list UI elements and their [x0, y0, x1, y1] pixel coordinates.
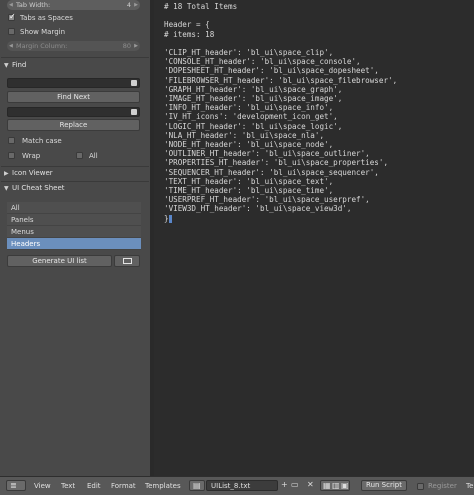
code-text[interactable]: # 18 Total Items Header = {# items: 18 '…: [164, 2, 397, 223]
monitor-icon: [123, 258, 132, 264]
close-icon[interactable]: ✕: [307, 480, 314, 490]
code-line[interactable]: Header = {: [164, 20, 397, 29]
code-line[interactable]: 'CLIP_HT_header': 'bl_ui\space_clip',: [164, 48, 397, 57]
tool-sidebar: ◀ Tab Width: 4 ▶ ✓ Tabs as Spaces Show M…: [0, 0, 150, 476]
menu-format[interactable]: Format: [111, 481, 136, 491]
register-label: Register: [428, 482, 457, 490]
syntax-highlight-icon[interactable]: ▣: [341, 481, 349, 491]
menu-view[interactable]: View: [34, 481, 51, 491]
all-label: All: [89, 152, 98, 160]
code-line[interactable]: 'IV_HT_icons': 'development_icon_get',: [164, 112, 397, 121]
margin-column-field[interactable]: ◀ Margin Column: 80 ▶: [7, 41, 140, 51]
icon-viewer-panel-title: Icon Viewer: [12, 169, 53, 177]
open-folder-icon[interactable]: ▭: [291, 480, 299, 490]
menu-text[interactable]: Text: [61, 481, 75, 491]
text-filename: UIList_8.txt: [211, 482, 251, 490]
find-panel-title: Find: [12, 61, 27, 69]
code-line[interactable]: 'LOGIC_HT_header': 'bl_ui\space_logic',: [164, 122, 397, 131]
code-line[interactable]: 'NLA_HT_header': 'bl_ui\space_nla',: [164, 131, 397, 140]
menu-edit[interactable]: Edit: [87, 481, 101, 491]
replace-button[interactable]: Replace: [7, 119, 140, 131]
expanded-triangle-icon: ▼: [4, 185, 9, 192]
code-line[interactable]: 'INFO_HT_header': 'bl_ui\space_info',: [164, 103, 397, 112]
check-icon: ✓: [9, 12, 16, 21]
list-item-all[interactable]: All: [7, 202, 141, 214]
tab-width-label: Tab Width:: [16, 1, 51, 9]
code-line[interactable]: # items: 18: [164, 30, 397, 39]
all-checkbox[interactable]: [76, 152, 83, 159]
display-toggle-group: ▦ ▥ ▣: [320, 480, 350, 491]
generate-ui-list-button[interactable]: Generate UI list: [7, 255, 112, 267]
code-line[interactable]: 'TEXT_HT_header': 'bl_ui\space_text',: [164, 177, 397, 186]
add-icon[interactable]: +: [281, 480, 288, 490]
tab-width-field[interactable]: ◀ Tab Width: 4 ▶: [7, 0, 140, 10]
code-line[interactable]: }: [164, 214, 397, 223]
text-editor-area[interactable]: # 18 Total Items Header = {# items: 18 '…: [154, 0, 474, 476]
code-line[interactable]: 'SEQUENCER_HT_header': 'bl_ui\space_sequ…: [164, 168, 397, 177]
code-line[interactable]: 'TIME_HT_header': 'bl_ui\space_time',: [164, 186, 397, 195]
increment-arrow-icon[interactable]: ▶: [134, 41, 138, 51]
margin-column-value: 80: [122, 42, 131, 50]
list-item-menus[interactable]: Menus: [7, 226, 141, 238]
text-cursor: [168, 214, 172, 223]
code-line[interactable]: 'DOPESHEET_HT_header': 'bl_ui\space_dope…: [164, 66, 397, 75]
wrap-checkbox[interactable]: [8, 152, 15, 159]
code-line[interactable]: 'IMAGE_HT_header': 'bl_ui\space_image',: [164, 94, 397, 103]
show-margin-label: Show Margin: [20, 28, 66, 36]
tabs-as-spaces-label: Tabs as Spaces: [20, 14, 73, 22]
margin-column-label: Margin Column:: [16, 42, 68, 50]
text-datablock-icon[interactable]: [131, 109, 137, 115]
decrement-arrow-icon[interactable]: ◀: [9, 41, 13, 51]
code-line[interactable]: 'NODE_HT_header': 'bl_ui\space_node',: [164, 140, 397, 149]
show-margin-checkbox[interactable]: [8, 28, 15, 35]
list-item-headers[interactable]: Headers: [7, 238, 141, 250]
code-line[interactable]: 'OUTLINER_HT_header': 'bl_ui\space_outli…: [164, 149, 397, 158]
icon-viewer-panel-header[interactable]: ▶ Icon Viewer: [4, 168, 148, 179]
tab-width-value: 4: [126, 1, 131, 9]
text-editor-icon: ≣: [10, 481, 17, 490]
ui-cheat-sheet-panel-title: UI Cheat Sheet: [12, 184, 65, 192]
increment-arrow-icon[interactable]: ▶: [134, 0, 138, 10]
text-name-field[interactable]: UIList_8.txt: [206, 480, 278, 491]
code-line[interactable]: 'GRAPH_HT_header': 'bl_ui\space_graph',: [164, 85, 397, 94]
register-checkbox[interactable]: [417, 483, 424, 490]
code-line[interactable]: 'PROPERTIES_HT_header': 'bl_ui\space_pro…: [164, 158, 397, 167]
match-case-label: Match case: [22, 137, 62, 145]
screen-icon-button[interactable]: [114, 255, 140, 267]
run-script-button[interactable]: Run Script: [361, 480, 407, 491]
code-line[interactable]: 'VIEW3D_HT_header': 'bl_ui\space_view3d'…: [164, 204, 397, 213]
menu-templates[interactable]: Templates: [145, 481, 181, 491]
expanded-triangle-icon: ▼: [4, 62, 9, 69]
match-case-checkbox[interactable]: [8, 137, 15, 144]
replace-text-input[interactable]: [7, 107, 140, 117]
find-next-button[interactable]: Find Next: [7, 91, 140, 103]
cheat-sheet-list: All Panels Menus Headers: [7, 202, 141, 250]
code-line[interactable]: 'FILEBROWSER_HT_header': 'bl_ui\space_fi…: [164, 76, 397, 85]
code-line[interactable]: 'USERPREF_HT_header': 'bl_ui\space_userp…: [164, 195, 397, 204]
text-datablock-icon[interactable]: [131, 80, 137, 86]
editor-type-button[interactable]: ≣: [6, 480, 26, 491]
line-numbers-icon[interactable]: ▦: [323, 481, 331, 491]
word-wrap-icon[interactable]: ▥: [332, 481, 340, 491]
code-line[interactable]: [164, 39, 397, 48]
text-browse-button[interactable]: ▤: [189, 480, 205, 491]
find-panel-header[interactable]: ▼ Find: [4, 60, 148, 71]
panel-divider: [1, 181, 149, 182]
run-script-label: Run Script: [366, 481, 402, 489]
panel-divider: [1, 166, 149, 167]
ui-cheat-sheet-panel-header[interactable]: ▼ UI Cheat Sheet: [4, 183, 148, 194]
code-line[interactable]: # 18 Total Items: [164, 2, 397, 11]
text-datablock-icon: ▤: [193, 481, 201, 490]
collapsed-triangle-icon: ▶: [4, 170, 9, 177]
code-line[interactable]: 'CONSOLE_HT_header': 'bl_ui\space_consol…: [164, 57, 397, 66]
list-item-panels[interactable]: Panels: [7, 214, 141, 226]
code-line[interactable]: [164, 11, 397, 20]
header-overflow-text: Te: [466, 482, 474, 490]
find-text-input[interactable]: [7, 78, 140, 88]
text-editor-header: ≣ View Text Edit Format Templates ▤ UILi…: [0, 476, 474, 495]
tabs-as-spaces-checkbox[interactable]: ✓: [8, 12, 16, 21]
decrement-arrow-icon[interactable]: ◀: [9, 0, 13, 10]
panel-divider: [1, 57, 149, 58]
wrap-label: Wrap: [22, 152, 41, 160]
